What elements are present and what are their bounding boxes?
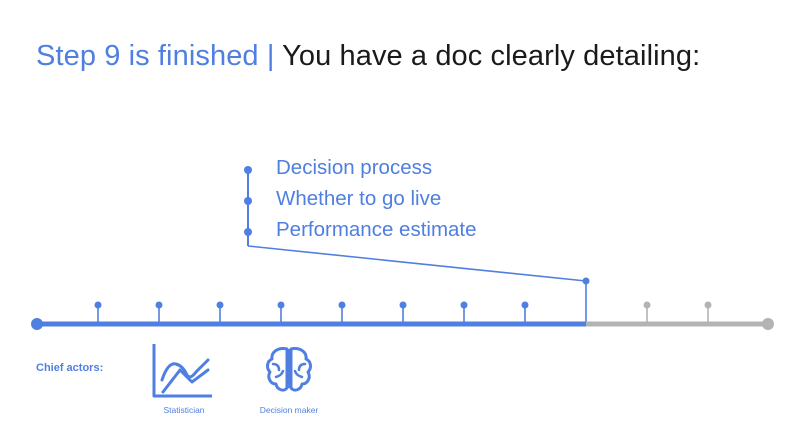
bullet-dot-3 — [244, 228, 252, 236]
deliverable-item: Decision process — [276, 156, 433, 179]
deliverable-item: Whether to go live — [276, 187, 442, 210]
timeline-tick-dot — [94, 301, 102, 309]
chart-icon — [152, 344, 212, 398]
timeline-tick-dot — [277, 301, 285, 309]
timeline-tick-dot — [460, 301, 468, 309]
actor-name-statistician: Statistician — [163, 405, 205, 415]
timeline-tick-dot — [216, 301, 224, 309]
connector-end-dot — [582, 277, 590, 285]
deliverable-item: Performance estimate — [276, 218, 477, 241]
timeline-tick-dot — [521, 301, 529, 309]
timeline-tick-dot — [643, 301, 651, 309]
timeline-tick-dot — [399, 301, 407, 309]
chief-actors-label: Chief actors: — [36, 362, 104, 374]
brain-icon — [266, 347, 312, 392]
bullet-dot-2 — [244, 197, 252, 205]
timeline-start-node — [31, 318, 43, 330]
deliverables-list: Decision process Whether to go live Perf… — [276, 152, 477, 245]
actor-name-decision-maker: Decision maker — [259, 405, 319, 415]
timeline-ticks — [94, 301, 712, 324]
timeline-tick-dot — [155, 301, 163, 309]
bullet-dot-1 — [244, 166, 252, 174]
timeline-end-node — [762, 318, 774, 330]
timeline-tick-dot — [338, 301, 346, 309]
timeline-tick-dot — [704, 301, 712, 309]
connector-diagonal-line — [247, 245, 587, 282]
